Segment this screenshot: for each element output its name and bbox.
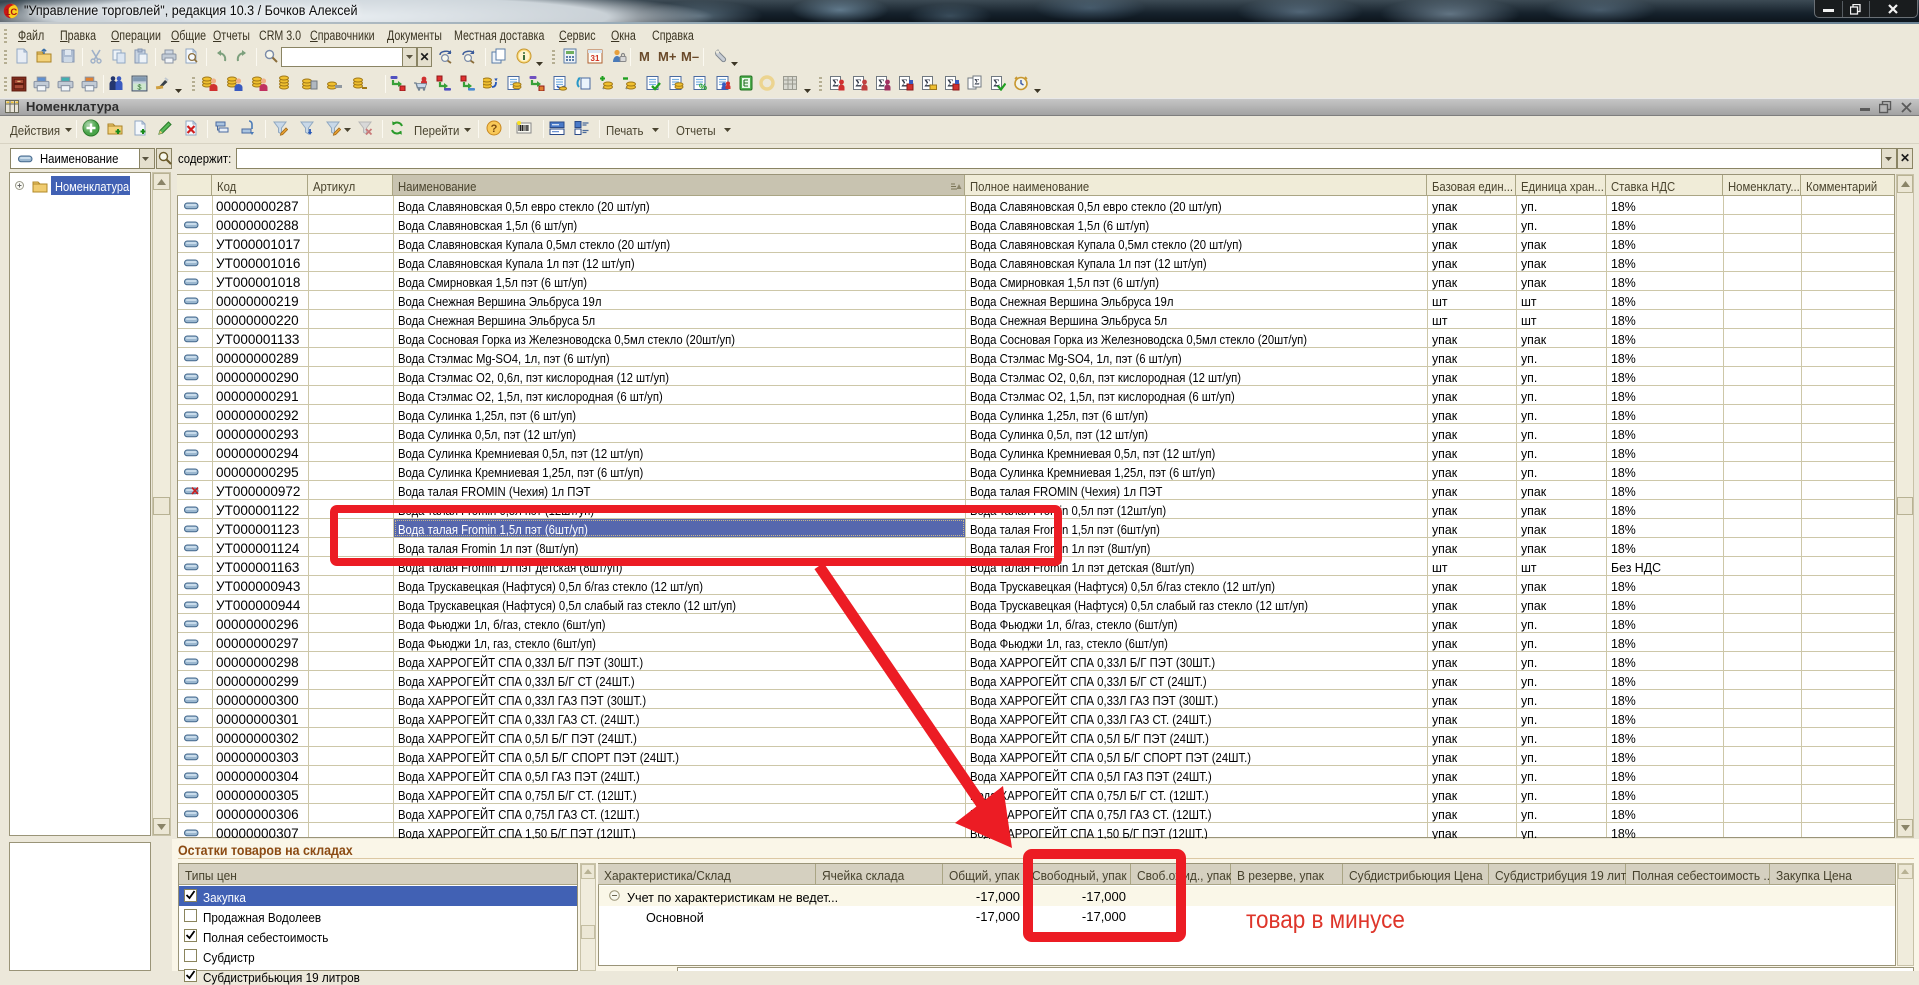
- svg-text:товар в минусе: товар в минусе: [1246, 906, 1405, 934]
